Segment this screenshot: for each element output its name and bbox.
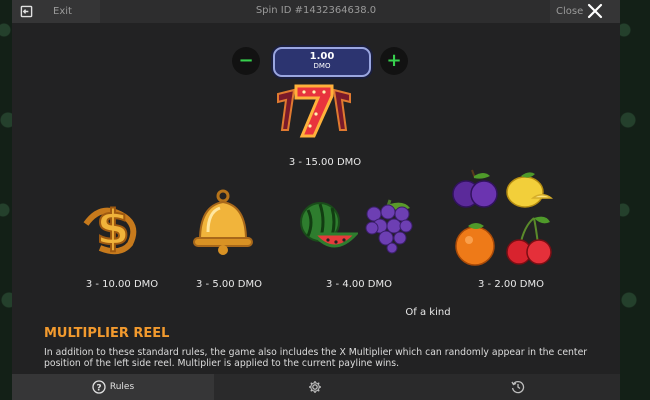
payout-melon-grapes: 3 - 4.00 DMO [326, 279, 392, 290]
minus-icon: − [238, 50, 254, 71]
close-label: Close [556, 6, 584, 17]
bottom-tab-bar: ? Rules [12, 374, 620, 400]
gear-icon [309, 381, 321, 393]
bell-symbol [193, 189, 253, 255]
plus-icon: + [386, 50, 402, 71]
tab-settings[interactable] [214, 374, 416, 400]
tab-rules[interactable]: ? Rules [12, 374, 214, 400]
payout-fruits: 3 - 2.00 DMO [478, 279, 544, 290]
dollar-symbol: $ [83, 199, 137, 257]
grapes-symbol [365, 199, 413, 254]
help-icon: ? [92, 380, 106, 394]
close-button[interactable]: Close [550, 0, 620, 23]
orange-symbol [455, 223, 495, 266]
tab-history[interactable] [416, 374, 620, 400]
svg-text:?: ? [96, 384, 101, 394]
sevens-symbol [277, 84, 351, 138]
payout-sevens: 3 - 15.00 DMO [288, 157, 362, 168]
svg-text:$: $ [96, 200, 129, 256]
history-icon [511, 380, 525, 394]
plum-symbol [452, 169, 498, 208]
bet-display: 1.00 DMO [273, 47, 371, 77]
left-border [0, 0, 12, 400]
bet-decrease-button[interactable]: − [232, 47, 260, 75]
multiplier-reel-title: MULTIPLIER REEL [44, 326, 170, 341]
multiplier-reel-text: In addition to these standard rules, the… [44, 347, 588, 369]
watermelon-symbol [300, 202, 358, 248]
lemon-symbol [506, 172, 553, 208]
payout-dollar: 3 - 10.00 DMO [85, 279, 159, 290]
right-border [620, 0, 650, 400]
of-a-kind-label: Of a kind [405, 307, 451, 318]
bet-unit: DMO [313, 62, 331, 70]
cherry-symbol [506, 216, 552, 265]
tab-rules-label: Rules [109, 382, 135, 392]
bet-value: 1.00 [309, 51, 335, 62]
spin-id: Spin ID #1432364638.0 [255, 5, 377, 16]
payout-bell: 3 - 5.00 DMO [196, 279, 262, 290]
top-bar: Exit Spin ID #1432364638.0 Close [12, 0, 620, 23]
close-icon[interactable] [587, 3, 603, 19]
bet-increase-button[interactable]: + [380, 47, 408, 75]
